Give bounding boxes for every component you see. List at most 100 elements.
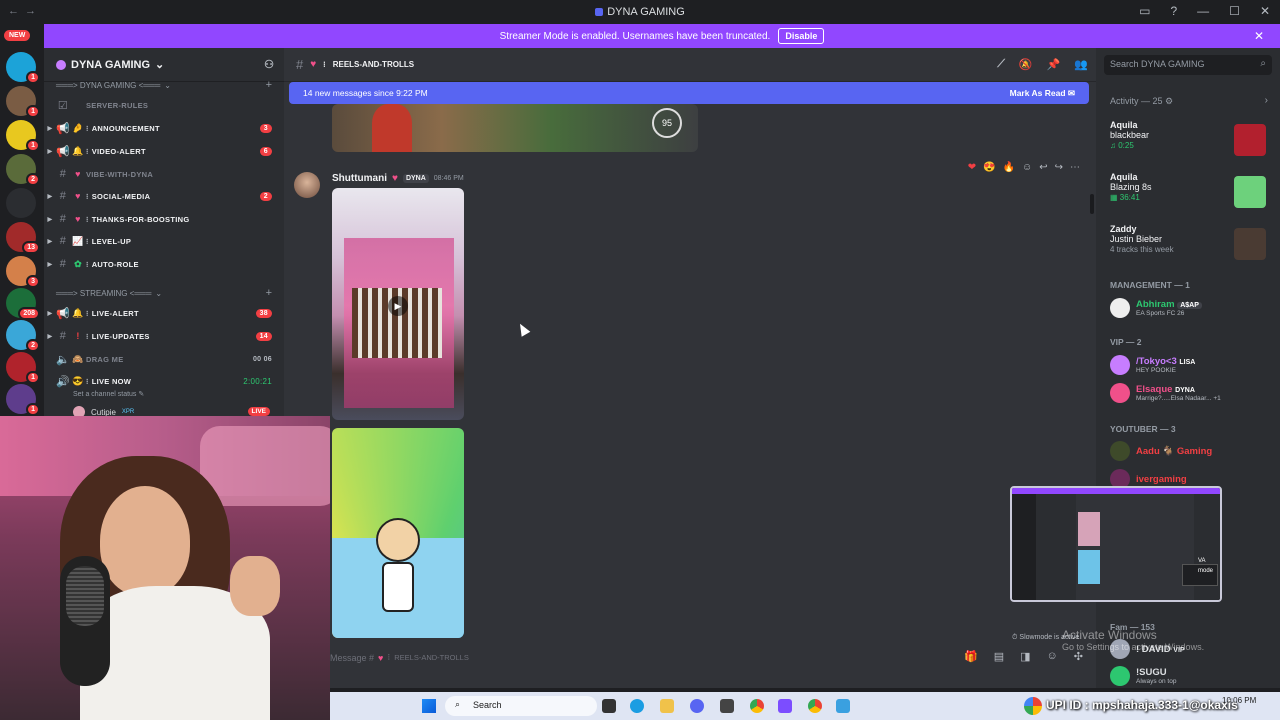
- gpay-icon: [1024, 697, 1042, 715]
- close-button[interactable]: ✕: [1260, 4, 1270, 18]
- heart-react-icon[interactable]: ❤: [968, 162, 976, 173]
- chat-panel: # ♥ ⁝ REELS-AND-TROLLS ⟋ 🔕 📌 👥 14 new me…: [284, 48, 1096, 688]
- obs-icon[interactable]: [778, 699, 792, 713]
- notepad-icon[interactable]: [836, 699, 850, 713]
- close-icon[interactable]: ✕: [1254, 29, 1264, 43]
- channel-item[interactable]: ▶ 📢 🤌 ⁝ ANNOUNCEMENT 3: [44, 117, 284, 139]
- disable-button[interactable]: Disable: [778, 28, 825, 44]
- new-badge: NEW: [4, 30, 31, 41]
- new-messages-bar[interactable]: 14 new messages since 9:22 PM Mark As Re…: [289, 82, 1089, 104]
- activity-card[interactable]: Aquila blackbear ♫ 0:25: [1104, 118, 1272, 164]
- windows-start-icon[interactable]: [422, 699, 436, 713]
- message-author[interactable]: Shuttumani ♥ DYNA 08:46 PM: [332, 173, 464, 184]
- member-item[interactable]: Elsaque DYNA Marrige?.....Elsa Nadaar... …: [1110, 381, 1270, 405]
- explorer-icon[interactable]: [660, 699, 674, 713]
- minimize-button[interactable]: —: [1197, 4, 1209, 18]
- member-item[interactable]: Abhiram A$AP EA Sports FC 26: [1110, 296, 1270, 320]
- fire-react-icon[interactable]: 🔥: [1003, 162, 1015, 173]
- server-icon[interactable]: 208: [6, 288, 40, 320]
- members-icon[interactable]: 👥: [1074, 58, 1088, 71]
- pin-icon[interactable]: 📌: [1047, 58, 1061, 71]
- gif-icon[interactable]: ▤: [994, 650, 1004, 663]
- channel-item[interactable]: ▶ # ♥ ⁝ THANKS-FOR-BOOSTING: [44, 208, 284, 230]
- activity-card[interactable]: Zaddy Justin Bieber 4 tracks this week: [1104, 222, 1272, 268]
- search-input[interactable]: Search DYNA GAMING ⌕: [1104, 55, 1272, 75]
- channel-item[interactable]: ▶ #! ⁝ LIVE-UPDATES 14: [44, 325, 284, 347]
- server-icon[interactable]: 3: [6, 256, 40, 288]
- album-art: [1234, 124, 1266, 156]
- window-title: DYNA GAMING: [595, 6, 685, 18]
- scrollbar[interactable]: [1090, 194, 1094, 214]
- mouse-cursor: [515, 321, 531, 337]
- channel-item[interactable]: ☑ SERVER-RULES: [44, 94, 284, 116]
- inbox-icon[interactable]: ▭: [1139, 4, 1150, 18]
- avatar[interactable]: [294, 172, 320, 198]
- task-view-icon[interactable]: [602, 699, 616, 713]
- server-header[interactable]: DYNA GAMING ⌄ ⚇: [44, 48, 284, 82]
- channel-item[interactable]: ▶ 📢 🔔 ⁝ LIVE-ALERT 38: [44, 302, 284, 324]
- search-icon: ⌕: [1260, 58, 1266, 69]
- avatar: [1110, 441, 1130, 461]
- channel-item[interactable]: ▶ # ♥ ⁝ SOCIAL-MEDIA 2: [44, 185, 284, 207]
- gift-icon[interactable]: 🎁: [964, 650, 978, 663]
- add-member-icon[interactable]: ⚇: [264, 58, 274, 71]
- add-channel-icon[interactable]: +: [266, 79, 272, 91]
- channel-name: REELS-AND-TROLLS: [332, 60, 415, 69]
- member-item[interactable]: !SUGU Always on top: [1110, 664, 1270, 688]
- video-attachment[interactable]: [332, 428, 464, 638]
- emoji-react-icon[interactable]: 😍: [983, 162, 995, 173]
- voice-channel-item[interactable]: 🔊 😎 ⁝ LIVE NOW 2:00:21: [44, 370, 284, 392]
- add-channel-icon[interactable]: +: [266, 287, 272, 299]
- channel-item[interactable]: ▶ 📢 🔔 ⁝ VIDEO-ALERT 6: [44, 140, 284, 162]
- sticker-icon[interactable]: ◨: [1020, 650, 1030, 663]
- category-header[interactable]: ═══> STREAMING <═══ ⌄: [56, 289, 162, 298]
- server-icon[interactable]: 2: [6, 320, 40, 352]
- more-icon[interactable]: ⋯: [1070, 162, 1080, 173]
- mark-as-read-button[interactable]: Mark As Read ✉: [1010, 88, 1075, 99]
- media-embed[interactable]: 95: [332, 104, 698, 152]
- mute-icon[interactable]: 🔕: [1019, 58, 1033, 71]
- threads-icon[interactable]: ⟋: [997, 58, 1005, 71]
- reply-icon[interactable]: ↩: [1039, 162, 1047, 173]
- server-icon[interactable]: 1: [6, 352, 40, 384]
- add-reaction-icon[interactable]: ☺: [1022, 162, 1032, 173]
- server-icon[interactable]: 1: [6, 384, 40, 416]
- maximize-button[interactable]: ☐: [1229, 4, 1240, 18]
- video-attachment[interactable]: ▶: [332, 188, 464, 420]
- channel-status-link[interactable]: Set a channel status ✎: [73, 390, 144, 398]
- play-icon: ▶: [388, 296, 408, 316]
- server-icon[interactable]: 1: [6, 120, 40, 152]
- stream-preview[interactable]: VA mode: [1010, 486, 1222, 602]
- server-icon[interactable]: 13: [6, 222, 40, 254]
- voice-channel-item[interactable]: 🔈 🙈 DRAG ME 00 06: [44, 348, 284, 370]
- message-input[interactable]: Message # ♥ ⁝ REELS-AND-TROLLS 🎁 ▤ ◨ ☺ ✣: [330, 650, 1083, 663]
- title-bar: ←→ DYNA GAMING ▭ ? — ☐ ✕: [0, 0, 1280, 24]
- discord-icon[interactable]: [690, 699, 704, 713]
- server-icon[interactable]: 1: [6, 52, 40, 84]
- category-header[interactable]: ═══> DYNA GAMING <═══ ⌄: [56, 81, 171, 90]
- taskbar-search[interactable]: ⌕ Search: [445, 696, 597, 716]
- chrome-icon[interactable]: [808, 699, 822, 713]
- chrome-icon[interactable]: [750, 699, 764, 713]
- emoji-icon[interactable]: ☺: [1047, 650, 1058, 663]
- chevron-right-icon[interactable]: ›: [1265, 95, 1268, 106]
- channel-item[interactable]: ▶ # 📈 ⁝ LEVEL-UP: [44, 230, 284, 252]
- forward-icon[interactable]: ↪: [1055, 162, 1063, 173]
- search-icon: ⌕: [455, 699, 461, 709]
- activity-card[interactable]: Aquila Blazing 8s ▦ 36:41: [1104, 170, 1272, 216]
- server-icon[interactable]: 2: [6, 154, 40, 186]
- channel-header: # ♥ ⁝ REELS-AND-TROLLS ⟋ 🔕 📌 👥: [284, 48, 1096, 82]
- member-item[interactable]: Aadu 🐐 Gaming: [1110, 439, 1270, 463]
- member-item[interactable]: /Tokyo<3 LISA HEY POOKIE: [1110, 353, 1270, 377]
- nav-arrows[interactable]: ←→: [8, 5, 42, 17]
- server-icon[interactable]: 1: [6, 86, 40, 118]
- timestamp: 08:46 PM: [433, 175, 464, 182]
- help-icon[interactable]: ?: [1170, 4, 1177, 18]
- activity-header[interactable]: Activity — 25 ⚙: [1110, 96, 1173, 107]
- avatar: [1110, 355, 1130, 375]
- edge-icon[interactable]: [630, 699, 644, 713]
- server-icon[interactable]: [6, 188, 36, 218]
- channel-item[interactable]: # ♥ VIBE-WITH-DYNA: [44, 163, 284, 185]
- app-icon[interactable]: [720, 699, 734, 713]
- channel-item[interactable]: ▶ # ✿ ⁝ AUTO-ROLE: [44, 253, 284, 275]
